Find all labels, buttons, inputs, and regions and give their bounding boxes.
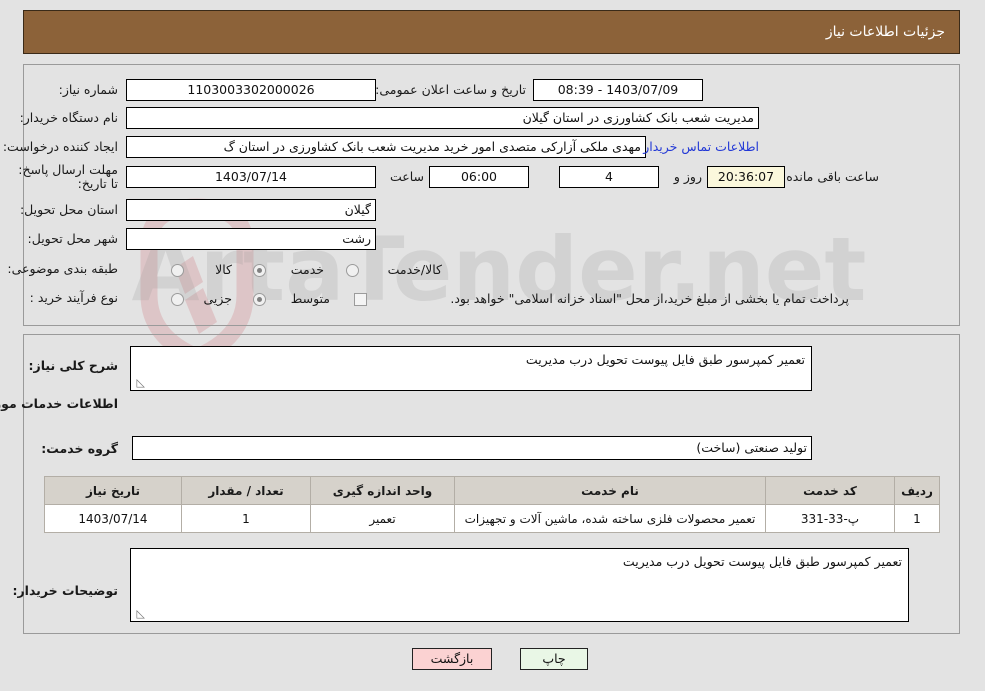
need-number-label: شماره نیاز: (59, 82, 119, 97)
table-header-row: ردیف کد خدمت نام خدمت واحد اندازه گیری ت… (45, 476, 941, 505)
buyer-notes-textarea[interactable]: تعمیر کمپرسور طبق فایل پیوست تحویل درب م… (131, 548, 910, 622)
buyer-notes-label: توضیحات خریدار: (13, 583, 119, 598)
cell-date: 1403/07/14 (45, 504, 183, 533)
city-label: شهر محل تحویل: (28, 231, 119, 246)
creator-label: ایجاد کننده درخواست: (3, 139, 119, 154)
deadline-time-label: ساعت (390, 169, 425, 184)
province-label: استان محل تحویل: (20, 202, 119, 217)
process-option-label-1: متوسط (291, 291, 331, 306)
category-label: طبقه بندی موضوعی: (8, 261, 119, 276)
province-value: گیلان (127, 199, 377, 221)
deadline-date-value: 1403/07/14 (127, 166, 377, 188)
services-table: ردیف کد خدمت نام خدمت واحد اندازه گیری ت… (45, 476, 941, 533)
page-title: جزئیات اطلاعات نیاز (826, 24, 946, 40)
deadline-label: مهلت ارسال پاسخ: تا تاریخ: (19, 162, 119, 191)
buyer-contact-link[interactable]: اطلاعات تماس خریدار (644, 139, 760, 154)
page-header: جزئیات اطلاعات نیاز (24, 10, 961, 54)
service-group-value: تولید صنعتی (ساخت) (133, 436, 813, 460)
remaining-suffix-label: ساعت باقی مانده (787, 169, 880, 184)
cell-unit: تعمیر (311, 504, 456, 533)
buyer-notes-text: تعمیر کمپرسور طبق فایل پیوست تحویل درب م… (623, 554, 903, 569)
days-and-label: روز و (674, 169, 703, 184)
need-number-value: 1103003302000026 (127, 79, 377, 101)
col-header-row: ردیف (895, 476, 941, 505)
services-table-wrapper: ردیف کد خدمت نام خدمت واحد اندازه گیری ت… (45, 476, 941, 533)
category-option-label-1: خدمت (291, 262, 325, 277)
services-heading: اطلاعات خدمات مورد نیاز (0, 396, 119, 411)
cell-code: پ-33-331 (766, 504, 896, 533)
category-option-label-0: کالا (216, 262, 233, 277)
radio-category-khedmat[interactable] (254, 264, 267, 277)
buyer-org-label: نام دستگاه خریدار: (20, 110, 119, 125)
cell-qty: 1 (182, 504, 312, 533)
back-button[interactable]: بازگشت (413, 648, 493, 670)
remaining-days-value: 4 (560, 166, 660, 188)
city-value: رشت (127, 228, 377, 250)
radio-category-kala-khedmat[interactable] (347, 264, 360, 277)
process-label: نوع فرآیند خرید : (30, 290, 119, 305)
cell-name: تعمیر محصولات فلزی ساخته شده، ماشین آلات… (455, 504, 767, 533)
service-group-label: گروه خدمت: (42, 441, 119, 456)
col-header-code: کد خدمت (766, 476, 896, 505)
col-header-qty: تعداد / مقدار (182, 476, 312, 505)
resize-grip-icon[interactable]: ◺ (134, 608, 146, 620)
announce-datetime-label: تاریخ و ساعت اعلان عمومی: (376, 82, 527, 97)
summary-label: شرح کلی نیاز: (29, 358, 119, 373)
treasury-note-label: پرداخت تمام یا بخشی از مبلغ خرید،از محل … (451, 291, 850, 306)
radio-category-kala[interactable] (172, 264, 185, 277)
need-info-panel (24, 64, 961, 326)
col-header-unit: واحد اندازه گیری (311, 476, 456, 505)
print-button[interactable]: چاپ (521, 648, 589, 670)
resize-grip-icon[interactable]: ◺ (134, 377, 146, 389)
radio-process-motevaset[interactable] (254, 293, 267, 306)
buyer-org-value: مدیریت شعب بانک کشاورزی در استان گیلان (127, 107, 760, 129)
deadline-time-value: 06:00 (430, 166, 530, 188)
summary-text: تعمیر کمپرسور طبق فایل پیوست تحویل درب م… (526, 352, 806, 367)
summary-textarea[interactable]: تعمیر کمپرسور طبق فایل پیوست تحویل درب م… (131, 346, 813, 391)
treasury-checkbox[interactable] (355, 293, 368, 306)
col-header-date: تاریخ نیاز (45, 476, 183, 505)
table-row: 1 پ-33-331 تعمیر محصولات فلزی ساخته شده،… (45, 504, 941, 533)
radio-process-jozei[interactable] (172, 293, 185, 306)
cell-row: 1 (895, 504, 941, 533)
process-option-label-0: جزیی (204, 291, 233, 306)
category-option-label-2: کالا/خدمت (388, 262, 443, 277)
col-header-name: نام خدمت (455, 476, 767, 505)
announce-datetime-value: 1403/07/09 - 08:39 (534, 79, 704, 101)
remaining-clock-value: 20:36:07 (708, 166, 786, 188)
creator-value: مهدی ملکی آزارکی متصدی امور خرید مدیریت … (127, 136, 647, 158)
